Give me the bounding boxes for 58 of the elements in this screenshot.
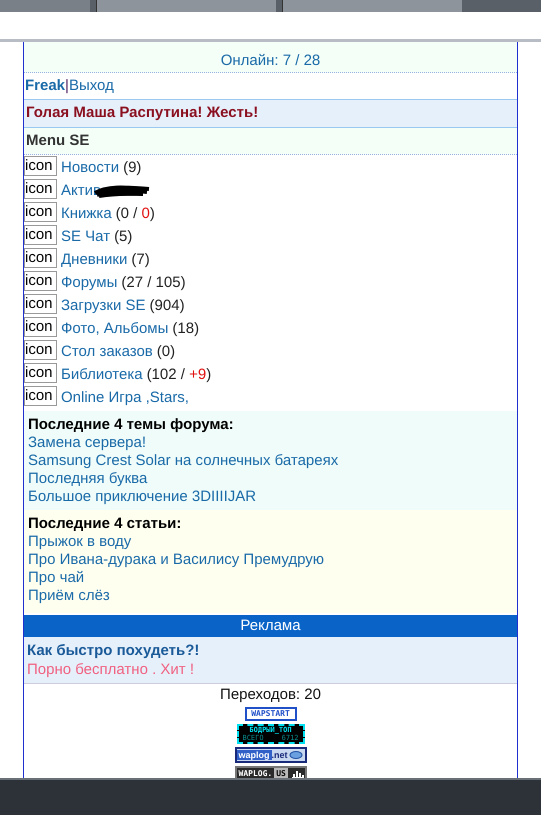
menu-title: Menu SE [26, 132, 90, 148]
item-count: (0) [156, 342, 176, 362]
broken-image-icon: icon [24, 156, 57, 176]
menu-link[interactable]: Фото, Альбомы [61, 318, 168, 341]
section-title: Последние 4 темы форума: [28, 416, 235, 434]
broken-image-icon: icon [24, 386, 57, 406]
article-link[interactable]: Про Ивана-дурака и Василису Премудрую [28, 551, 513, 569]
menu-link[interactable]: Библиотека [61, 364, 143, 387]
forum-topic-link[interactable]: Большое приключение 3DIIIIJAR [28, 488, 513, 506]
article-link[interactable]: Про чай [28, 569, 513, 587]
counter-banner[interactable]: waplog .net [234, 747, 306, 763]
menu-link[interactable]: Online Игра ,Stars, [61, 387, 189, 410]
item-count: 0 [142, 204, 150, 224]
logout-link[interactable]: Выход [68, 77, 114, 95]
forum-topic-link[interactable]: Последняя буква [28, 470, 513, 488]
broken-image-icon: icon [24, 316, 57, 336]
broken-image-icon: icon [24, 248, 57, 268]
browser-tab[interactable] [282, 0, 462, 12]
broken-image-icon: icon [24, 178, 57, 198]
forum-topic-link[interactable]: Замена сервера! [28, 434, 513, 452]
item-count: (27 / 105) [121, 273, 186, 294]
chart-icon [292, 770, 304, 778]
article-link[interactable]: Приём слёз [28, 587, 513, 605]
menu-link[interactable]: Загрузки SE [61, 295, 146, 318]
item-count: ) [150, 204, 155, 224]
article-link[interactable]: Прыжок в воду [28, 533, 513, 551]
item-count: (7) [131, 250, 150, 270]
item-count: (18) [172, 319, 200, 340]
item-count: +9 [189, 365, 206, 386]
menu-link[interactable]: Новости [61, 157, 120, 180]
item-count: (0 / [116, 204, 138, 224]
broken-image-icon: icon [24, 270, 57, 290]
separator: | [65, 77, 69, 95]
menu-link[interactable]: Дневники [61, 249, 128, 272]
item-count: (102 / [146, 365, 186, 386]
broken-image-icon: icon [24, 362, 57, 382]
visits-count: Переходов: 20 [219, 685, 322, 705]
menu-link[interactable]: SE Чат [61, 226, 110, 249]
eye-icon [288, 751, 302, 759]
username-link[interactable]: Freak [25, 77, 66, 95]
broken-image-icon: icon [24, 340, 57, 360]
broken-image-icon: icon [24, 294, 57, 314]
item-count: (904) [150, 296, 185, 316]
forum-topic-link[interactable]: Samsung Crest Solar на солнечных батареях [28, 452, 513, 470]
menu-link[interactable]: Книжка [61, 203, 112, 226]
item-count: (5) [114, 227, 132, 248]
menu-link[interactable]: Форумы [61, 272, 118, 295]
section-title: Последние 4 статьи: [28, 515, 182, 533]
ads-header: Реклама [24, 615, 517, 637]
broken-image-icon: icon [24, 224, 57, 244]
item-count: (9) [123, 158, 142, 178]
menu-link[interactable]: Стол заказов [61, 341, 153, 364]
counter-banner[interactable]: WAPSTART [244, 707, 296, 721]
counter-banner[interactable]: WAPLOG. US [234, 766, 306, 778]
item-count: ) [206, 365, 212, 386]
browser-tab[interactable] [96, 0, 276, 12]
ad-link[interactable]: Как быстро похудеть?! [27, 641, 514, 660]
broken-image-icon: icon [24, 202, 57, 222]
